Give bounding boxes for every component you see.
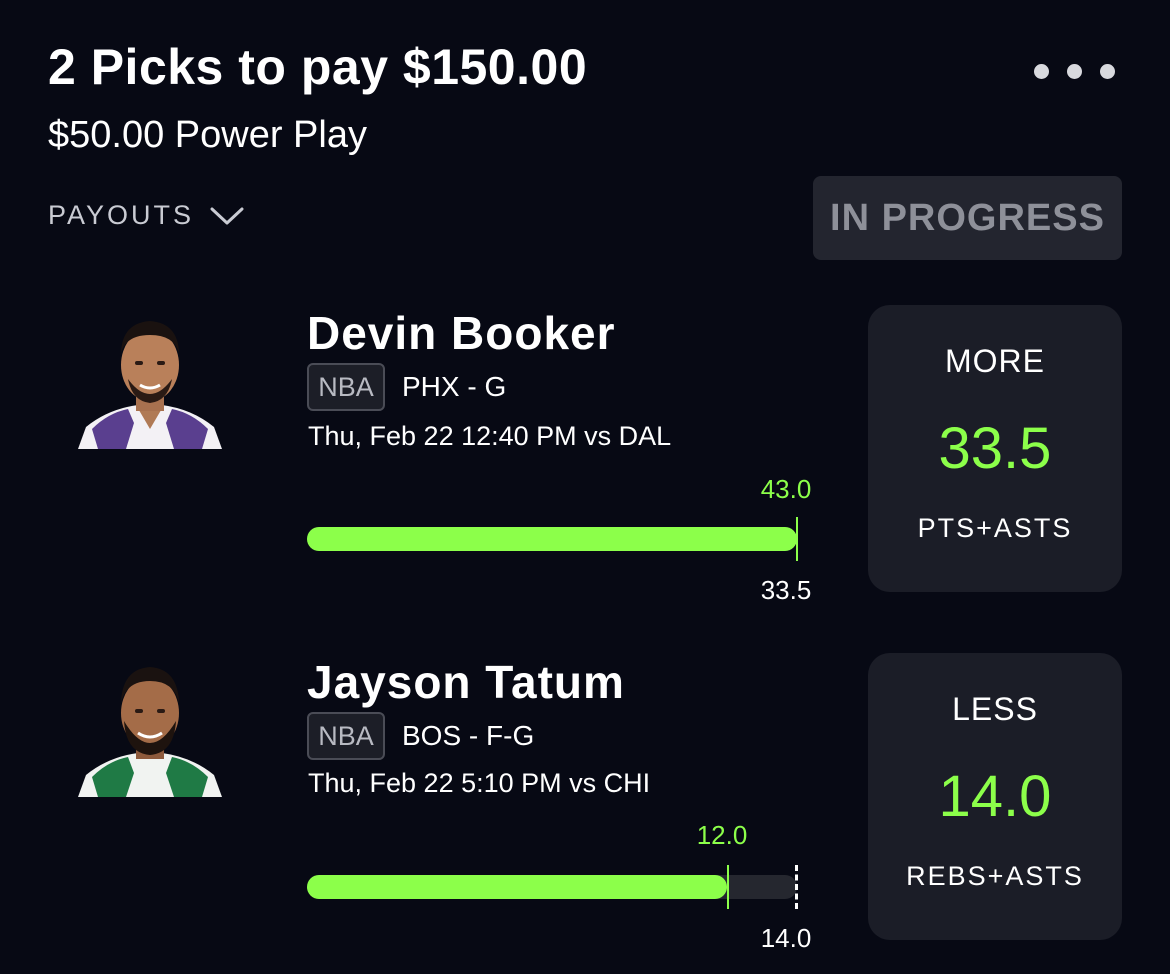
player-avatar	[78, 657, 222, 797]
game-time: Thu, Feb 22 12:40 PM vs DAL	[308, 421, 672, 451]
pick-direction: MORE	[945, 343, 1045, 379]
pick-stat-type: PTS+ASTS	[917, 513, 1073, 543]
line-value-label: 14.0	[760, 923, 812, 953]
line-value-label: 33.5	[760, 575, 812, 605]
current-marker	[796, 517, 798, 561]
progress-fill	[307, 527, 797, 551]
pick-direction: LESS	[952, 691, 1038, 727]
league-badge: NBA	[307, 712, 385, 760]
current-marker	[727, 865, 729, 909]
league-badge: NBA	[307, 363, 385, 411]
pick-line: 33.5	[938, 416, 1052, 481]
pick-row: Jayson Tatum NBA BOS - F-G Thu, Feb 22 5…	[0, 0, 1170, 953]
player-name: Devin Booker	[307, 307, 616, 359]
current-stat-value: 12.0	[696, 820, 748, 850]
progress-bar	[307, 527, 797, 551]
progress-bar	[307, 875, 797, 899]
team-position: BOS - F-G	[402, 720, 535, 751]
player-name: Jayson Tatum	[307, 656, 625, 708]
current-stat-value: 43.0	[760, 474, 812, 504]
line-marker	[795, 865, 798, 909]
pick-card-less[interactable]: LESS 14.0 REBS+ASTS	[868, 653, 1122, 940]
game-time: Thu, Feb 22 5:10 PM vs CHI	[308, 768, 651, 798]
pick-card-more[interactable]: MORE 33.5 PTS+ASTS	[868, 305, 1122, 592]
pick-line: 14.0	[938, 764, 1052, 829]
progress-fill	[307, 875, 727, 899]
pick-stat-type: REBS+ASTS	[906, 861, 1084, 891]
team-position: PHX - G	[402, 371, 507, 402]
player-avatar	[78, 309, 222, 449]
